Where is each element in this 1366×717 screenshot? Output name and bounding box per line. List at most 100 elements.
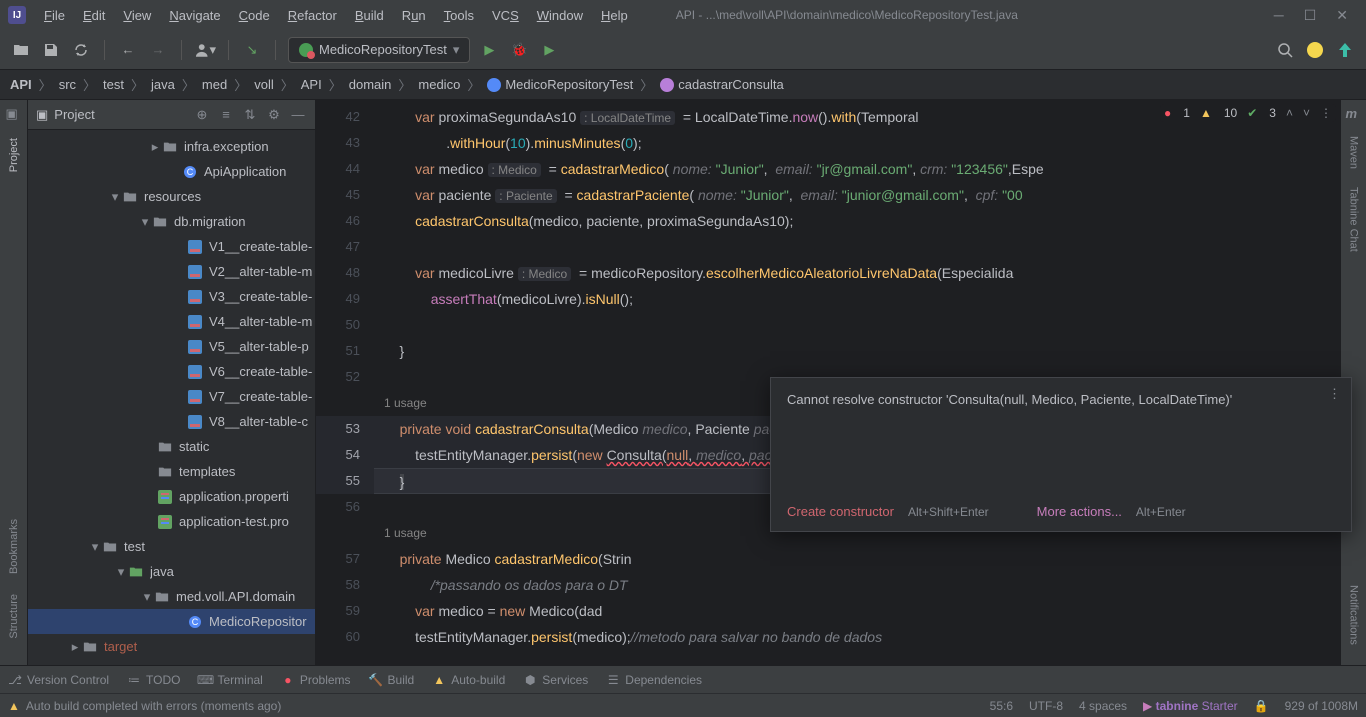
- menu-refactor[interactable]: Refactor: [280, 5, 345, 26]
- run-coverage-icon[interactable]: ▶: [538, 39, 560, 61]
- popup-create-constructor[interactable]: Create constructor: [787, 504, 894, 519]
- right-rail-tabnine[interactable]: Tabnine Chat: [1348, 183, 1360, 256]
- build-icon[interactable]: ↘: [241, 39, 263, 61]
- collapse-all-icon[interactable]: ⇅: [241, 106, 259, 124]
- breadcrumb[interactable]: domain: [349, 77, 392, 92]
- prev-highlight-icon[interactable]: ˄: [1286, 106, 1293, 120]
- tab-todo[interactable]: ≔TODO: [127, 673, 180, 687]
- tab-version-control[interactable]: ⎇Version Control: [8, 673, 109, 687]
- breadcrumb[interactable]: med: [202, 77, 227, 92]
- breadcrumb[interactable]: cadastrarConsulta: [660, 77, 784, 93]
- tree-row[interactable]: application-test.pro: [28, 509, 315, 534]
- maven-icon[interactable]: m: [1346, 106, 1362, 122]
- tree-row[interactable]: V1__create-table-: [28, 234, 315, 259]
- breadcrumb[interactable]: medico: [418, 77, 460, 92]
- editor-gutter[interactable]: 4243444546474849505152 53545556 57585960: [316, 100, 374, 665]
- tree-row[interactable]: ▾db.migration: [28, 209, 315, 234]
- tab-services[interactable]: ⬢Services: [523, 673, 588, 687]
- tab-build[interactable]: 🔨Build: [369, 673, 415, 687]
- avatar-icon[interactable]: ▾: [194, 39, 216, 61]
- tree-row[interactable]: V8__alter-table-c: [28, 409, 315, 434]
- status-indent[interactable]: 4 spaces: [1079, 699, 1127, 713]
- inspection-summary[interactable]: ●1 ▲10 ✔3 ˄ ˅ ⋮: [1160, 104, 1336, 122]
- gear-icon[interactable]: ⚙: [265, 106, 283, 124]
- project-view-icon[interactable]: ▣: [36, 107, 48, 123]
- tab-problems[interactable]: ●Problems: [281, 673, 351, 687]
- project-tree[interactable]: ▸infra.exceptionCApiApplication▾resource…: [28, 130, 315, 665]
- tree-row[interactable]: ▾java: [28, 559, 315, 584]
- menu-window[interactable]: Window: [529, 5, 591, 26]
- search-icon[interactable]: [1274, 39, 1296, 61]
- tree-row[interactable]: CApiApplication: [28, 159, 315, 184]
- breadcrumb[interactable]: API: [10, 77, 32, 92]
- hide-panel-icon[interactable]: —: [289, 106, 307, 124]
- tree-row[interactable]: V6__create-table-: [28, 359, 315, 384]
- sync-icon[interactable]: [70, 39, 92, 61]
- forward-icon[interactable]: →: [147, 39, 169, 61]
- tree-row[interactable]: V5__alter-table-p: [28, 334, 315, 359]
- tree-row[interactable]: ▾test: [28, 534, 315, 559]
- lock-icon[interactable]: 🔒: [1254, 699, 1269, 713]
- tree-row[interactable]: templates: [28, 459, 315, 484]
- menu-edit[interactable]: Edit: [75, 5, 113, 26]
- tree-row[interactable]: application.properti: [28, 484, 315, 509]
- tab-dependencies[interactable]: ☰Dependencies: [606, 673, 702, 687]
- inspection-menu-icon[interactable]: ⋮: [1320, 106, 1332, 120]
- breadcrumb[interactable]: voll: [254, 77, 274, 92]
- expand-all-icon[interactable]: ≡: [217, 106, 235, 124]
- ide-updates-icon[interactable]: [1334, 39, 1356, 61]
- open-icon[interactable]: [10, 39, 32, 61]
- popup-more-actions[interactable]: More actions...: [1037, 504, 1122, 519]
- breadcrumb[interactable]: test: [103, 77, 124, 92]
- next-highlight-icon[interactable]: ˅: [1303, 106, 1310, 120]
- tree-row[interactable]: CMedicoRepositor: [28, 609, 315, 634]
- status-memory[interactable]: 929 of 1008M: [1285, 699, 1358, 713]
- close-button[interactable]: ✕: [1336, 7, 1348, 24]
- breadcrumb[interactable]: java: [151, 77, 175, 92]
- popup-more-icon[interactable]: ⋮: [1328, 386, 1341, 402]
- status-encoding[interactable]: UTF-8: [1029, 699, 1063, 713]
- menu-view[interactable]: View: [115, 5, 159, 26]
- tab-auto-build[interactable]: ▲Auto-build: [432, 673, 505, 687]
- tree-row[interactable]: ▸infra.exception: [28, 134, 315, 159]
- tree-row[interactable]: V4__alter-table-m: [28, 309, 315, 334]
- run-config-selector[interactable]: MedicoRepositoryTest ▾: [288, 37, 470, 63]
- left-rail-structure[interactable]: Structure: [8, 590, 20, 643]
- right-rail-maven[interactable]: Maven: [1348, 132, 1360, 173]
- warning-indicator-icon: ▲: [1200, 106, 1212, 120]
- left-rail-project[interactable]: Project: [8, 134, 20, 176]
- tree-row[interactable]: ▾med.voll.API.domain: [28, 584, 315, 609]
- menu-code[interactable]: Code: [231, 5, 278, 26]
- right-rail-notifications[interactable]: Notifications: [1348, 581, 1360, 649]
- minimize-button[interactable]: ─: [1274, 7, 1284, 24]
- breadcrumb[interactable]: src: [59, 77, 76, 92]
- tree-row[interactable]: V3__create-table-: [28, 284, 315, 309]
- tree-row[interactable]: ▸target: [28, 634, 315, 659]
- menu-navigate[interactable]: Navigate: [161, 5, 228, 26]
- menu-vcs[interactable]: VCS: [484, 5, 527, 26]
- menu-help[interactable]: Help: [593, 5, 636, 26]
- select-opened-file-icon[interactable]: ⊕: [193, 106, 211, 124]
- save-all-icon[interactable]: [40, 39, 62, 61]
- left-rail-bookmarks[interactable]: Bookmarks: [8, 515, 20, 578]
- menu-run[interactable]: Run: [394, 5, 434, 26]
- tree-row[interactable]: V2__alter-table-m: [28, 259, 315, 284]
- codewithme-icon[interactable]: [1304, 39, 1326, 61]
- breadcrumb[interactable]: API: [301, 77, 322, 92]
- tree-row[interactable]: static: [28, 434, 315, 459]
- tabnine-status[interactable]: ▶ tabnine Starter: [1143, 699, 1238, 713]
- menu-tools[interactable]: Tools: [436, 5, 482, 26]
- menu-build[interactable]: Build: [347, 5, 392, 26]
- menu-file[interactable]: File: [36, 5, 73, 26]
- maximize-button[interactable]: ☐: [1304, 7, 1317, 24]
- debug-icon[interactable]: 🐞: [508, 39, 530, 61]
- tree-row[interactable]: V7__create-table-: [28, 384, 315, 409]
- project-tool-icon[interactable]: ▣: [6, 106, 22, 122]
- status-message[interactable]: ▲Auto build completed with errors (momen…: [8, 699, 281, 713]
- tree-row[interactable]: ▾resources: [28, 184, 315, 209]
- back-icon[interactable]: ←: [117, 39, 139, 61]
- breadcrumb[interactable]: MedicoRepositoryTest: [487, 77, 633, 93]
- run-icon[interactable]: ▶: [478, 39, 500, 61]
- tab-terminal[interactable]: ⌨Terminal: [199, 673, 263, 687]
- status-caret-position[interactable]: 55:6: [990, 699, 1013, 713]
